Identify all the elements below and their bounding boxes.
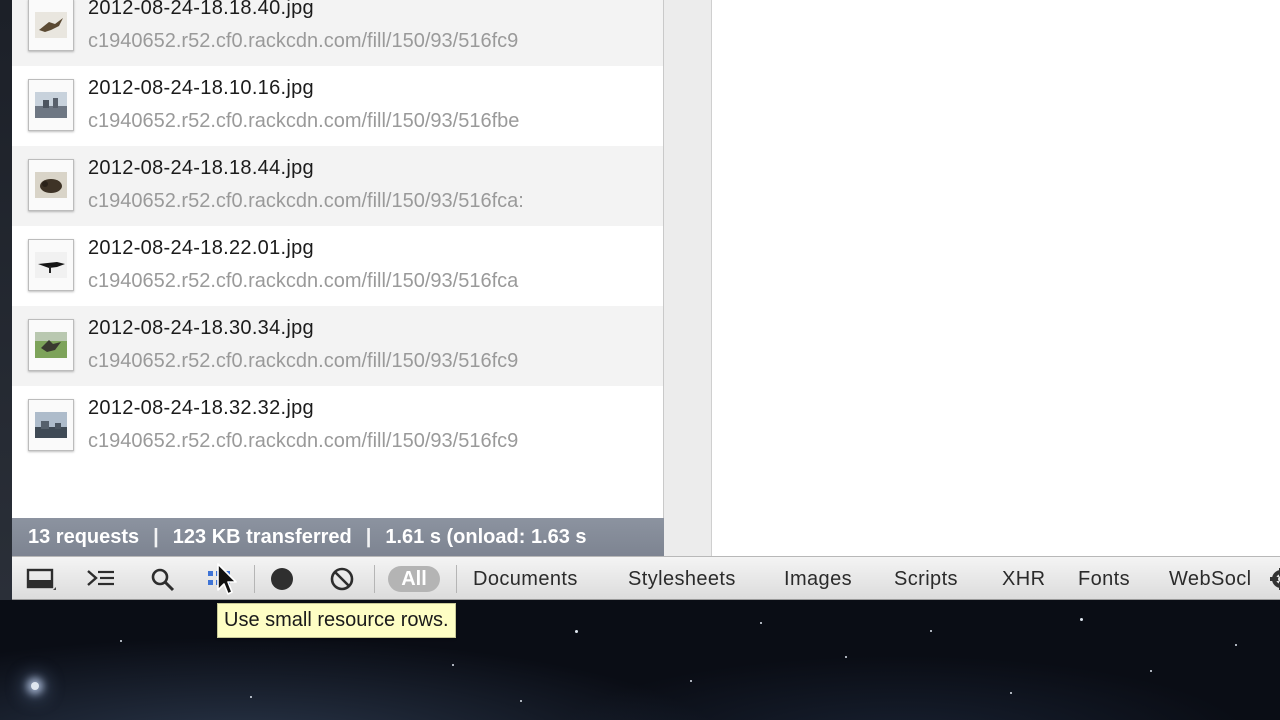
star: [690, 680, 692, 682]
summary-separator: |: [153, 525, 159, 548]
filter-images[interactable]: Images: [784, 566, 852, 592]
resource-url: c1940652.r52.cf0.rackcdn.com/fill/150/93…: [88, 350, 519, 372]
image-thumbnail: [28, 0, 74, 51]
resource-row[interactable]: 2012-08-24-18.18.44.jpg c1940652.r52.cf0…: [12, 146, 663, 226]
image-thumbnail: [28, 159, 74, 211]
mouse-cursor-icon: [217, 563, 237, 595]
clear-icon[interactable]: [328, 565, 358, 593]
resource-name: 2012-08-24-18.32.32.jpg: [88, 397, 314, 419]
devtools-toolbar: All Documents Stylesheets Images Scripts…: [12, 556, 1280, 600]
filter-fonts[interactable]: Fonts: [1078, 566, 1130, 592]
star: [760, 622, 762, 624]
dock-icon[interactable]: [26, 565, 56, 593]
console-icon[interactable]: [86, 565, 116, 593]
resource-name: 2012-08-24-18.10.16.jpg: [88, 77, 314, 99]
resource-name: 2012-08-24-18.18.40.jpg: [88, 0, 314, 19]
star: [845, 656, 847, 658]
toolbar-divider: [374, 565, 375, 593]
filter-documents[interactable]: Documents: [473, 566, 578, 592]
window-left-edge: [0, 0, 12, 600]
star: [1010, 692, 1012, 694]
resource-row[interactable]: 2012-08-24-18.10.16.jpg c1940652.r52.cf0…: [12, 66, 663, 146]
star: [120, 640, 122, 642]
network-summary-bar: 13 requests | 123 KB transferred | 1.61 …: [12, 518, 664, 556]
star: [520, 700, 522, 702]
devtools-network-panel: 2012-08-24-18.18.40.jpg c1940652.r52.cf0…: [12, 0, 1280, 600]
image-thumbnail: [28, 399, 74, 451]
gear-icon[interactable]: [1270, 568, 1280, 590]
resource-url: c1940652.r52.cf0.rackcdn.com/fill/150/93…: [88, 30, 519, 52]
load-timing: 1.61 s (onload: 1.63 s: [385, 525, 587, 548]
resource-name: 2012-08-24-18.22.01.jpg: [88, 237, 314, 259]
resource-name: 2012-08-24-18.18.44.jpg: [88, 157, 314, 179]
toolbar-divider: [254, 565, 255, 593]
resource-url: c1940652.r52.cf0.rackcdn.com/fill/150/93…: [88, 270, 519, 292]
star: [930, 630, 932, 632]
resource-row[interactable]: 2012-08-24-18.18.40.jpg c1940652.r52.cf0…: [12, 0, 663, 66]
toolbar-divider: [456, 565, 457, 593]
filter-scripts[interactable]: Scripts: [894, 566, 958, 592]
star: [575, 630, 578, 633]
filter-websockets[interactable]: WebSocl: [1169, 566, 1257, 592]
summary-separator: |: [365, 525, 372, 548]
resource-row[interactable]: 2012-08-24-18.22.01.jpg c1940652.r52.cf0…: [12, 226, 663, 306]
resource-row[interactable]: 2012-08-24-18.30.34.jpg c1940652.r52.cf0…: [12, 306, 663, 386]
star: [1080, 618, 1083, 621]
record-icon[interactable]: [268, 565, 298, 593]
timeline-pane: [712, 0, 1280, 556]
image-thumbnail: [28, 239, 74, 291]
bright-star: [31, 682, 39, 690]
search-icon[interactable]: [148, 565, 178, 593]
resource-url: c1940652.r52.cf0.rackcdn.com/fill/150/93…: [88, 430, 519, 452]
resource-name: 2012-08-24-18.30.34.jpg: [88, 317, 314, 339]
resource-url: c1940652.r52.cf0.rackcdn.com/fill/150/93…: [88, 110, 520, 132]
star: [250, 696, 252, 698]
filter-stylesheets[interactable]: Stylesheets: [628, 566, 736, 592]
star: [452, 664, 454, 666]
pane-splitter[interactable]: [664, 0, 712, 556]
resource-url: c1940652.r52.cf0.rackcdn.com/fill/150/93…: [88, 190, 524, 212]
star: [1150, 670, 1152, 672]
resource-row[interactable]: 2012-08-24-18.32.32.jpg c1940652.r52.cf0…: [12, 386, 663, 466]
star: [1235, 644, 1237, 646]
image-thumbnail: [28, 319, 74, 371]
tooltip: Use small resource rows.: [217, 603, 456, 638]
transferred-size: 123 KB transferred: [172, 525, 352, 548]
desktop-background: [0, 600, 1280, 720]
resource-list: 2012-08-24-18.18.40.jpg c1940652.r52.cf0…: [12, 0, 664, 518]
filter-xhr[interactable]: XHR: [1002, 566, 1045, 592]
filter-all[interactable]: All: [388, 566, 440, 592]
image-thumbnail: [28, 79, 74, 131]
request-count: 13 requests: [28, 525, 140, 548]
